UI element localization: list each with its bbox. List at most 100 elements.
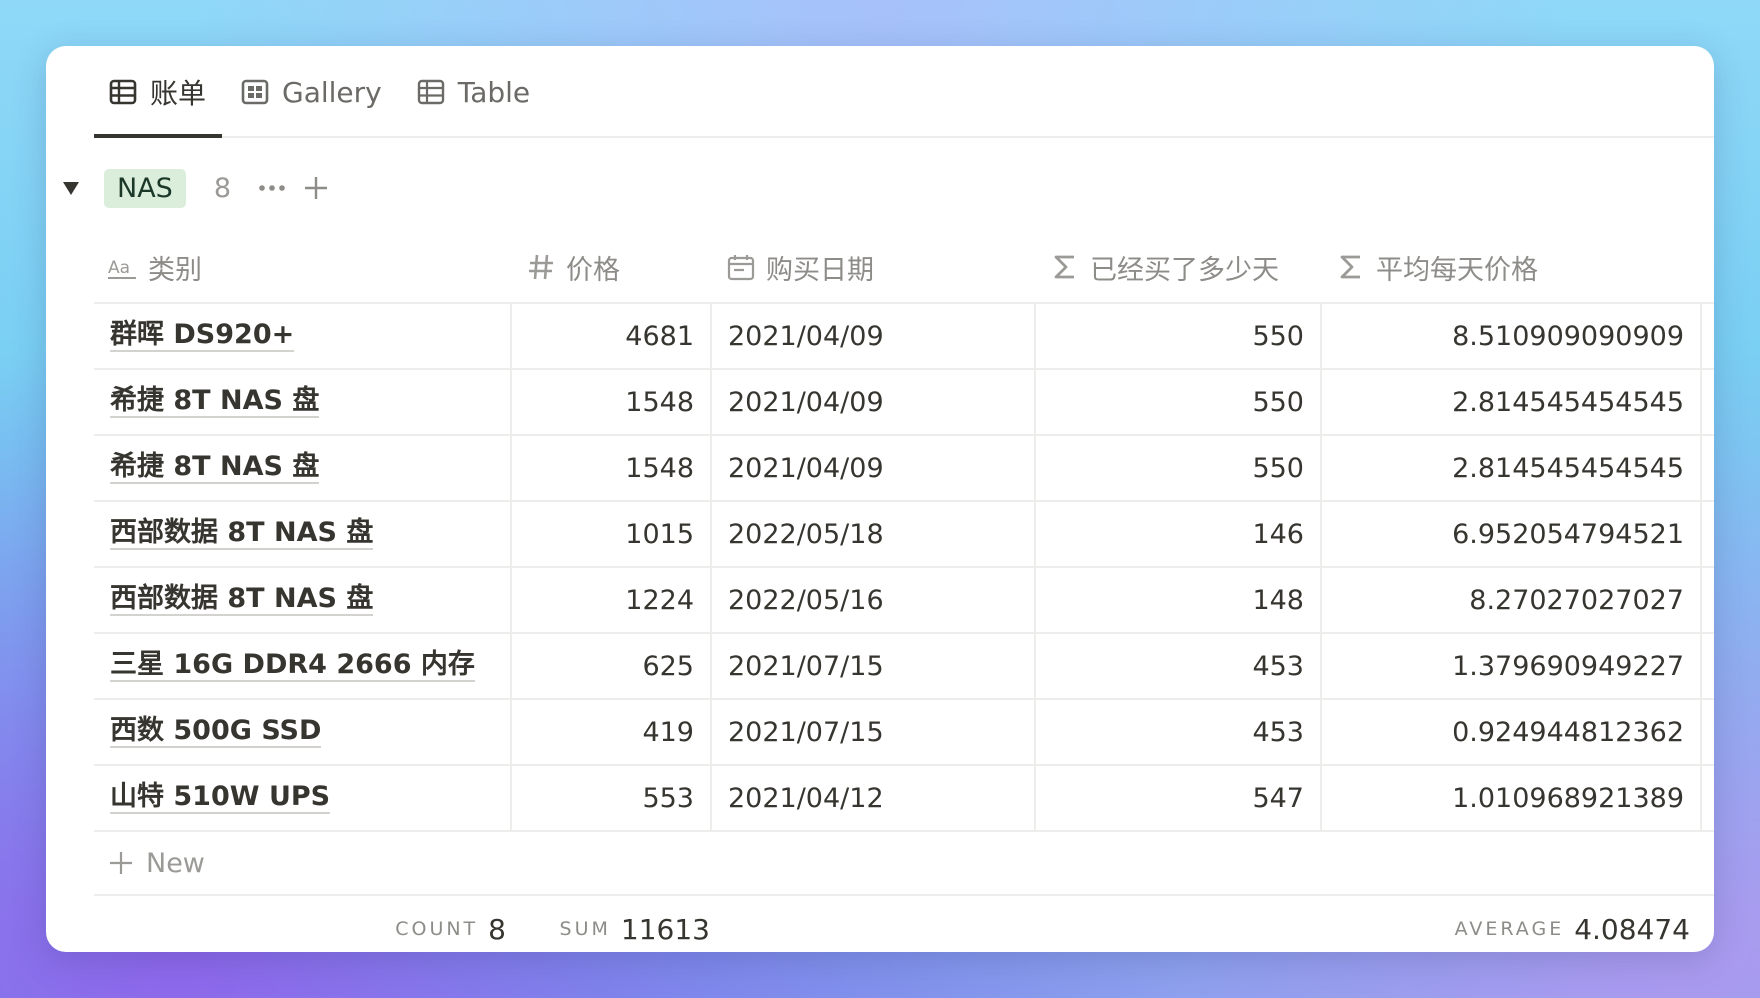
table-row[interactable]: 希捷 8T NAS 盘 1548 2021/04/09 550 2.814545… [94,370,1714,436]
days-cell: 146 [1036,502,1322,566]
date-cell[interactable]: 2022/05/18 [712,502,1036,566]
column-label: 类别 [148,254,202,286]
category-cell[interactable]: 希捷 8T NAS 盘 [94,436,512,500]
avg-cell: 6.952054794521 [1322,502,1702,566]
price-cell[interactable]: 4681 [512,304,712,368]
sigma-icon [1336,252,1366,282]
price-cell[interactable]: 1548 [512,370,712,434]
avg-cell: 8.27027027027 [1322,568,1702,632]
date-cell[interactable]: 2021/04/12 [712,766,1036,830]
date-cell[interactable]: 2021/04/09 [712,436,1036,500]
plus-icon[interactable] [301,173,331,203]
date-cell[interactable]: 2021/04/09 [712,304,1036,368]
days-cell: 550 [1036,436,1322,500]
row-title[interactable]: 西部数据 8T NAS 盘 [110,584,374,616]
triangle-down-icon[interactable] [60,177,82,199]
column-label: 价格 [566,254,620,286]
price-cell[interactable]: 553 [512,766,712,830]
column-header-price[interactable]: 价格 [512,232,712,302]
column-header-category[interactable]: Aa 类别 [94,232,512,302]
row-title[interactable]: 山特 510W UPS [110,782,331,814]
column-header-purchase-date[interactable]: 购买日期 [712,232,1036,302]
avg-cell: 0.924944812362 [1322,700,1702,764]
category-cell[interactable]: 山特 510W UPS [94,766,512,830]
row-title[interactable]: 西数 500G SSD [110,716,322,748]
svg-text:Aa: Aa [108,258,130,278]
tab-label: Gallery [282,75,382,109]
tab-label: 账单 [150,77,207,110]
table-row[interactable]: 希捷 8T NAS 盘 1548 2021/04/09 550 2.814545… [94,436,1714,502]
calc-label: COUNT [395,918,479,940]
text-icon: Aa [108,252,138,282]
table-row[interactable]: 群晖 DS920+ 4681 2021/04/09 550 8.51090909… [94,304,1714,370]
table-footer: COUNT 8 SUM 11613 AVERAGE 4.08474 [94,896,1714,952]
column-header-avg-daily-price[interactable]: 平均每天价格 [1322,232,1702,302]
avg-cell: 1.379690949227 [1322,634,1702,698]
tab-label: Table [457,75,531,109]
table-header: Aa 类别 价格 购买日期 已经买了多少天 平均每天价格 [94,232,1714,304]
days-cell: 453 [1036,700,1322,764]
calc-value: 4.08474 [1574,912,1690,946]
category-cell[interactable]: 西数 500G SSD [94,700,512,764]
price-cell[interactable]: 1548 [512,436,712,500]
category-cell[interactable]: 希捷 8T NAS 盘 [94,370,512,434]
group-header: NAS 8 [60,164,345,212]
days-cell: 148 [1036,568,1322,632]
avg-cell: 8.510909090909 [1322,304,1702,368]
table-row[interactable]: 西数 500G SSD 419 2021/07/15 453 0.9249448… [94,700,1714,766]
more-dots-icon[interactable] [257,173,287,203]
calc-label: AVERAGE [1454,918,1565,940]
table-row[interactable]: 西部数据 8T NAS 盘 1015 2022/05/18 146 6.9520… [94,502,1714,568]
category-cell[interactable]: 群晖 DS920+ [94,304,512,368]
column-header-days-owned[interactable]: 已经买了多少天 [1036,232,1322,302]
row-title[interactable]: 群晖 DS920+ [110,320,295,352]
row-title[interactable]: 希捷 8T NAS 盘 [110,386,320,418]
category-cell[interactable]: 西部数据 8T NAS 盘 [94,568,512,632]
calc-label: SUM [559,918,611,940]
days-cell: 550 [1036,370,1322,434]
days-cell: 453 [1036,634,1322,698]
tab-table[interactable]: Table [402,48,546,136]
hash-icon [526,252,556,282]
calc-value: 11613 [620,912,710,946]
table-row[interactable]: 三星 16G DDR4 2666 内存 625 2021/07/15 453 1… [94,634,1714,700]
row-title[interactable]: 希捷 8T NAS 盘 [110,452,320,484]
database-view-card: 账单 Gallery Table NAS 8 Aa 类别 价格 购买日期 已经买… [46,46,1714,952]
price-cell[interactable]: 1015 [512,502,712,566]
price-cell[interactable]: 625 [512,634,712,698]
view-tabs: 账单 Gallery Table [94,46,1714,138]
table-row[interactable]: 西部数据 8T NAS 盘 1224 2022/05/16 148 8.2702… [94,568,1714,634]
database-table: Aa 类别 价格 购买日期 已经买了多少天 平均每天价格 群晖 DS920+ 4… [94,232,1714,952]
calendar-icon [726,252,756,282]
category-cell[interactable]: 西部数据 8T NAS 盘 [94,502,512,566]
days-cell: 550 [1036,304,1322,368]
group-count: 8 [213,172,231,204]
group-tag[interactable]: NAS [104,168,186,208]
average-calculation[interactable]: AVERAGE 4.08474 [1455,896,1690,952]
date-cell[interactable]: 2021/04/09 [712,370,1036,434]
tab-bills[interactable]: 账单 [94,48,223,138]
date-cell[interactable]: 2021/07/15 [712,634,1036,698]
days-cell: 547 [1036,766,1322,830]
row-title[interactable]: 三星 16G DDR4 2666 内存 [110,650,475,682]
table-icon [108,77,138,107]
price-cell[interactable]: 1224 [512,568,712,632]
count-calculation[interactable]: COUNT 8 [395,896,506,952]
table-row[interactable]: 山特 510W UPS 553 2021/04/12 547 1.0109689… [94,766,1714,832]
avg-cell: 2.814545454545 [1322,370,1702,434]
new-row-button[interactable]: New [94,832,1714,896]
sum-calculation[interactable]: SUM 11613 [560,896,710,952]
column-label: 平均每天价格 [1376,254,1538,286]
new-row-label: New [146,847,205,879]
category-cell[interactable]: 三星 16G DDR4 2666 内存 [94,634,512,698]
column-label: 已经买了多少天 [1090,254,1279,286]
date-cell[interactable]: 2022/05/16 [712,568,1036,632]
row-title[interactable]: 西部数据 8T NAS 盘 [110,518,374,550]
avg-cell: 1.010968921389 [1322,766,1702,830]
table-icon [416,77,446,107]
column-label: 购买日期 [766,254,874,286]
price-cell[interactable]: 419 [512,700,712,764]
date-cell[interactable]: 2021/07/15 [712,700,1036,764]
tab-gallery[interactable]: Gallery [226,48,398,136]
sigma-icon [1050,252,1080,282]
